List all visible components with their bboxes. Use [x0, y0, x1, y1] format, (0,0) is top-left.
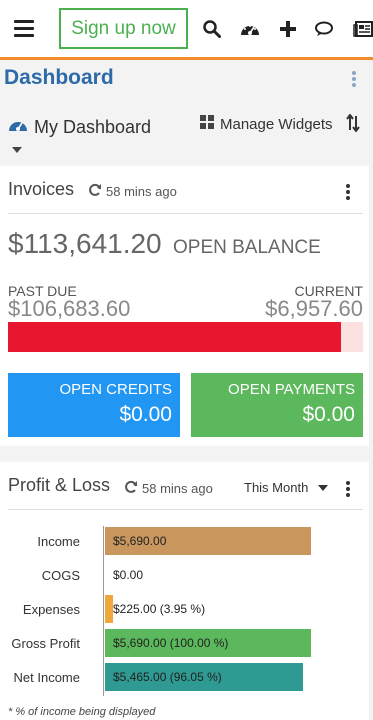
past-due-bar-fill	[8, 322, 342, 352]
chart-data-label: $5,465.00 (96.05 %)	[113, 670, 222, 684]
signup-button[interactable]: Sign up now	[59, 8, 188, 49]
speedometer-icon	[8, 116, 28, 138]
chart-data-label: $0.00	[113, 568, 144, 582]
chart-category-label: Gross Profit	[11, 636, 80, 651]
chart-category-label: Expenses	[22, 602, 80, 617]
footnote: * % of income being displayed	[8, 706, 156, 718]
refresh-icon	[124, 480, 138, 497]
invoices-refresh-time: 58 mins ago	[106, 184, 177, 199]
chevron-down-icon	[318, 484, 329, 491]
page-options-icon[interactable]	[352, 71, 356, 89]
chart-data-label: $5,690.00 (100.00 %)	[113, 636, 229, 650]
open-payments-tile[interactable]: OPEN PAYMENTS $0.00	[191, 373, 363, 437]
period-select-value: This Month	[244, 480, 309, 495]
profit-loss-refresh[interactable]: 58 mins ago	[124, 480, 213, 497]
profit-loss-refresh-time: 58 mins ago	[142, 481, 213, 496]
chart-row: Income $5,690.00	[0, 527, 373, 557]
past-due-amount: $106,683.60	[8, 296, 131, 321]
sort-icon[interactable]	[346, 113, 360, 137]
open-credits-amount: $0.00	[119, 403, 172, 426]
profit-loss-title: Profit & Loss	[8, 475, 111, 495]
profit-loss-divider	[8, 509, 363, 510]
open-balance-amount: $113,641.20	[8, 228, 162, 259]
invoices-options-icon[interactable]	[346, 184, 350, 202]
dashboard-selector[interactable]: My Dashboard	[8, 116, 151, 138]
chart-category-label: Net Income	[13, 670, 80, 685]
open-payments-label: OPEN PAYMENTS	[228, 381, 355, 398]
chart-row: Gross Profit $5,690.00 (100.00 %)	[0, 629, 373, 659]
open-credits-tile[interactable]: OPEN CREDITS $0.00	[8, 373, 180, 437]
plus-icon[interactable]	[277, 18, 299, 40]
manage-widgets-label: Manage Widgets	[220, 115, 333, 133]
news-icon[interactable]	[352, 18, 373, 40]
invoices-divider	[8, 213, 363, 214]
menu-icon[interactable]	[14, 20, 34, 37]
dashboard-name: My Dashboard	[34, 116, 152, 137]
open-credits-label: OPEN CREDITS	[59, 381, 172, 398]
chevron-down-icon[interactable]	[12, 147, 22, 153]
open-payments-amount: $0.00	[302, 403, 355, 426]
page-title: Dashboard	[4, 66, 114, 89]
search-icon[interactable]	[201, 18, 223, 40]
refresh-icon	[88, 183, 102, 200]
chart-bar[interactable]	[105, 595, 113, 623]
chart-axis	[103, 526, 104, 696]
chart-data-label: $5,690.00	[113, 534, 167, 548]
manage-widgets-button[interactable]: Manage Widgets	[200, 115, 333, 133]
current-amount: $6,957.60	[265, 296, 363, 321]
invoices-title: Invoices	[8, 179, 75, 199]
invoices-refresh[interactable]: 58 mins ago	[88, 183, 177, 200]
open-balance-label: OPEN BALANCE	[173, 237, 321, 258]
chart-category-label: Income	[37, 534, 80, 549]
profit-loss-options-icon[interactable]	[346, 481, 350, 499]
grid-icon	[200, 115, 214, 133]
chart-data-label: $225.00 (3.95 %)	[113, 602, 206, 616]
chart-category-label: COGS	[41, 568, 80, 583]
dashboard-icon[interactable]	[239, 18, 261, 40]
top-bar: Sign up now	[0, 0, 373, 60]
past-due-bar[interactable]	[8, 322, 363, 352]
period-select[interactable]: This Month	[244, 480, 329, 495]
chart-row: Net Income $5,465.00 (96.05 %)	[0, 663, 373, 693]
chat-icon[interactable]	[314, 18, 336, 40]
chart-row: Expenses $225.00 (3.95 %)	[0, 595, 373, 625]
chart-row: COGS $0.00	[0, 561, 373, 591]
